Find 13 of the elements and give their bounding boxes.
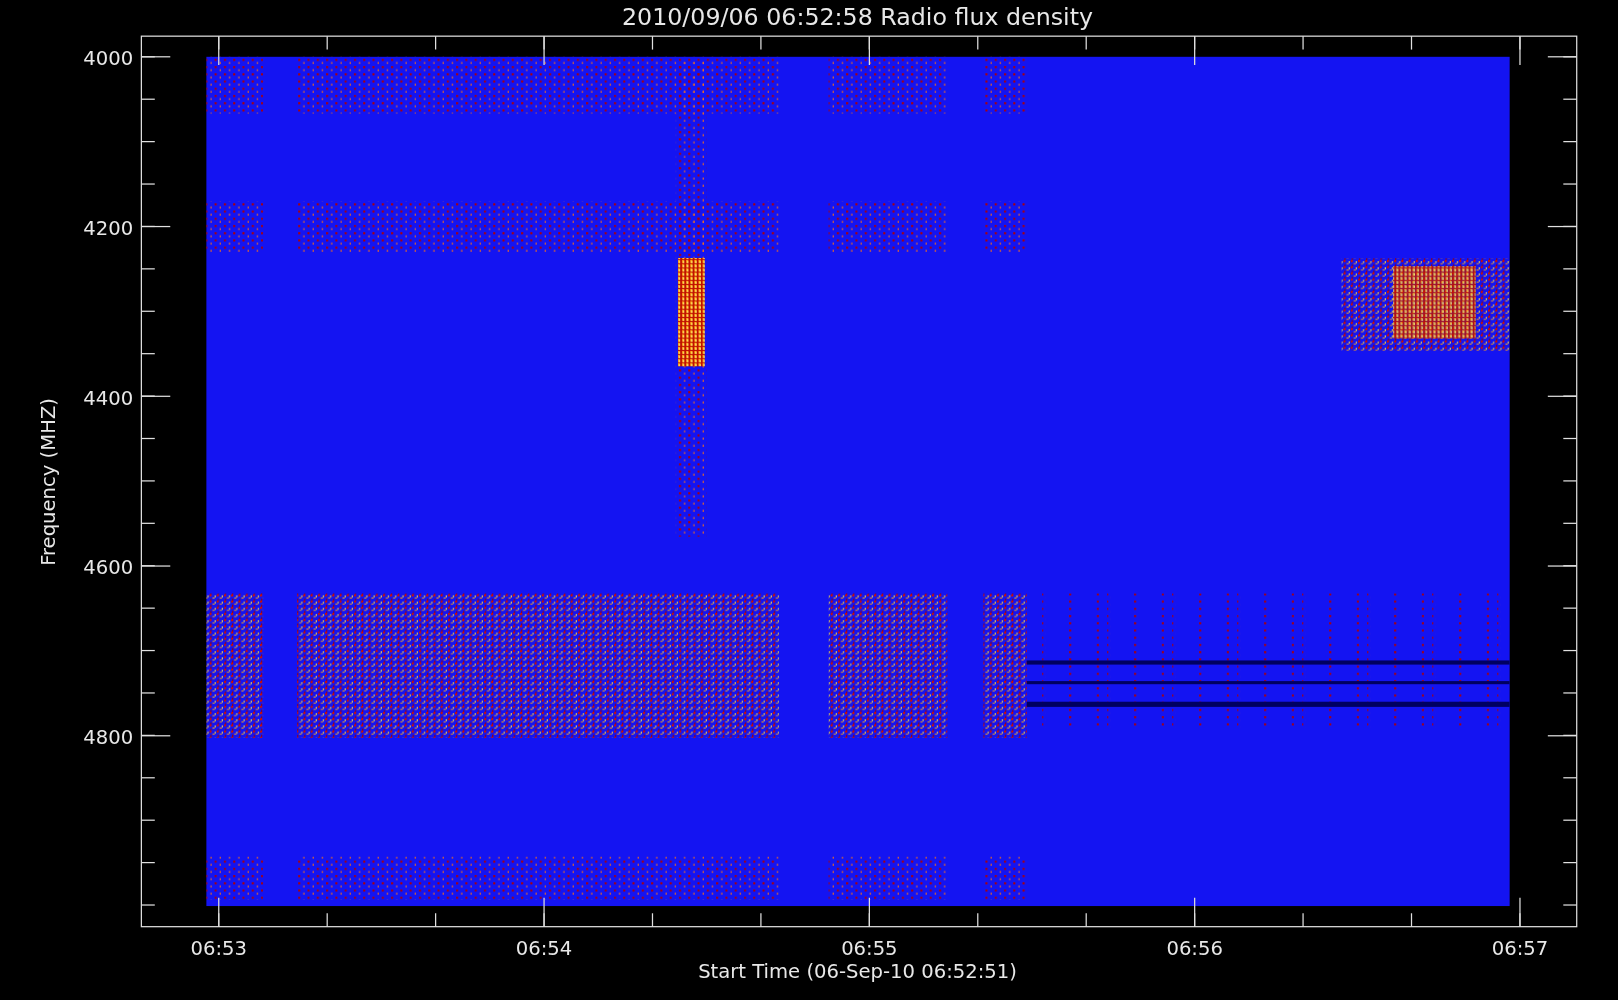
- axis-title: Start Time (06-Sep-10 06:52:51): [698, 960, 1017, 984]
- tick-label: 06:53: [190, 936, 247, 960]
- tick-label: 4000: [83, 47, 134, 71]
- tick-label: 06:57: [1491, 936, 1549, 960]
- tick-label: 06:55: [841, 936, 898, 960]
- axis-title: Frequency (MHZ): [36, 398, 60, 566]
- chart-title: 2010/09/06 06:52:58 Radio flux density: [622, 2, 1093, 31]
- tick-label: 4600: [83, 556, 134, 580]
- tick-label: 4200: [83, 216, 134, 240]
- tick-label: 06:54: [515, 936, 573, 960]
- tick-label: 06:56: [1166, 936, 1223, 960]
- tick-label: 4800: [83, 726, 134, 750]
- tick-label: 4400: [83, 386, 134, 410]
